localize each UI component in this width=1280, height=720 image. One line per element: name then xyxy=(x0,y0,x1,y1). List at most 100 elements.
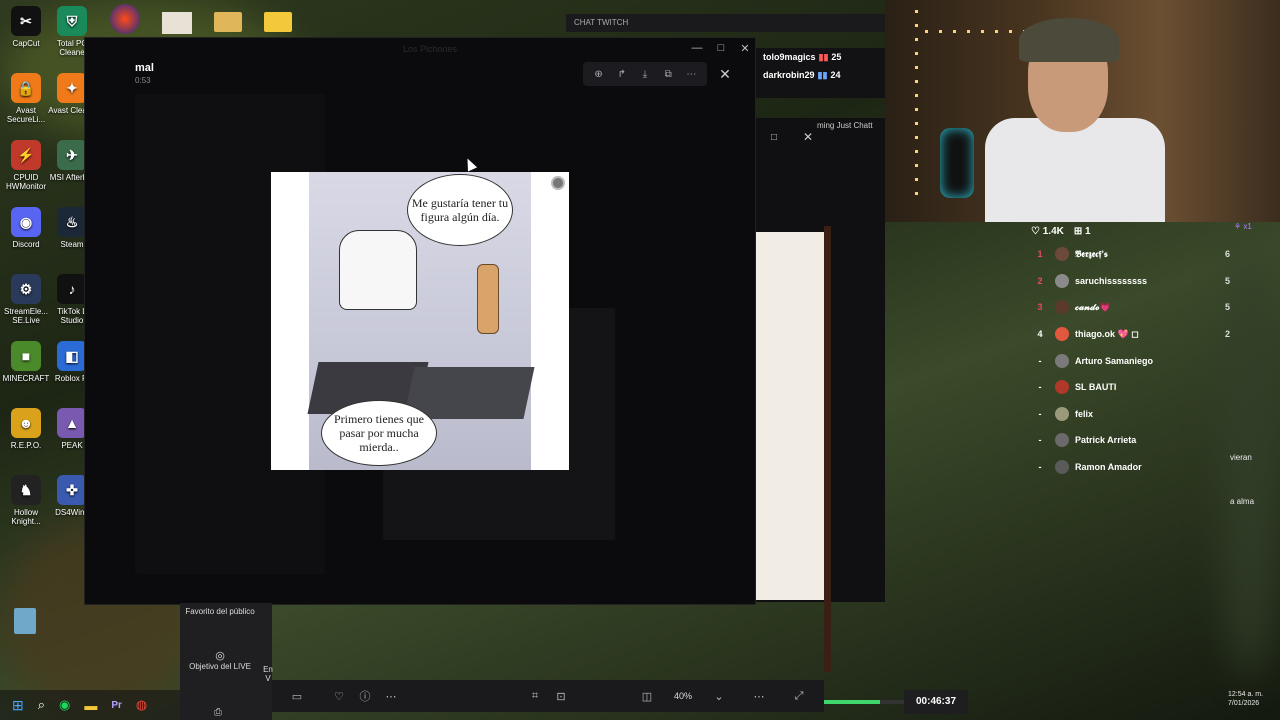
desktop-icon[interactable]: ♞ Hollow Knight... xyxy=(0,475,52,526)
close-window-button[interactable]: ✕ xyxy=(733,38,757,58)
stream-category: ming Just Chatt xyxy=(817,121,873,130)
image-indicator-icon xyxy=(551,176,565,190)
more-icon[interactable]: ⋯ xyxy=(378,690,404,703)
desktop-icon[interactable]: ■ MINECRAFT xyxy=(0,341,52,383)
avatar xyxy=(1055,273,1069,288)
folder-icon[interactable] xyxy=(214,12,242,32)
fullscreen-icon[interactable]: ⤢ xyxy=(786,690,812,703)
score: 2 xyxy=(1224,329,1230,340)
webcam-feed xyxy=(885,0,1280,222)
app-icon: ♞ xyxy=(11,475,41,505)
more-icon[interactable]: ⋯ xyxy=(682,69,700,80)
rank: - xyxy=(1038,435,1042,446)
username[interactable]: 𝓬𝓪𝓷𝓭𝓸💗 xyxy=(1075,302,1210,313)
chevron-down-icon[interactable]: ⌄ xyxy=(706,690,732,703)
username[interactable]: Ramon Amador xyxy=(1075,462,1210,472)
desktop-icon[interactable]: ◉ Discord xyxy=(0,207,52,249)
heart-icon[interactable]: ♡ xyxy=(326,690,352,703)
username[interactable]: felix xyxy=(1075,409,1210,419)
chat-line: tolo9magics ▮▮ 25 xyxy=(755,48,885,66)
info-icon[interactable]: ⓘ xyxy=(352,688,378,704)
objetivo-button[interactable]: ◎ Objetivo del LIVE xyxy=(180,649,260,671)
preview-panel xyxy=(755,232,824,600)
download-icon[interactable]: ⤓ xyxy=(636,69,654,80)
crop-icon[interactable]: ⌗ xyxy=(522,690,548,703)
app-icon: ◉ xyxy=(11,207,41,237)
spotify-icon[interactable]: ◉ xyxy=(59,697,70,713)
leaderboard-row: 2 saruchissssssss 5 xyxy=(1025,268,1230,295)
desktop-icon-label: CPUID HWMonitor xyxy=(5,173,46,191)
folder-icon[interactable] xyxy=(264,12,292,32)
username[interactable]: 𝕭𝖊𝖗𝖟𝖊𝖈𝖋'𝖘 xyxy=(1075,249,1210,260)
close-viewer-button[interactable]: ✕ xyxy=(715,64,735,84)
username[interactable]: Arturo Samaniego xyxy=(1075,356,1210,366)
zoom-in-icon[interactable]: ⊕ xyxy=(590,69,608,80)
score: 6 xyxy=(1224,249,1230,260)
meme-image[interactable]: Me gustaría tener tu figura algún día. P… xyxy=(271,172,569,470)
caption-icon[interactable]: ▭ xyxy=(284,690,310,703)
app-icon: ■ xyxy=(11,341,41,371)
streamer-body xyxy=(985,118,1165,222)
username[interactable]: Patrick Arrieta xyxy=(1075,435,1210,445)
chrome-icon[interactable]: ◍ xyxy=(136,697,147,713)
share-icon[interactable]: ↱ xyxy=(613,69,631,80)
score: 5 xyxy=(1224,275,1230,286)
avatar xyxy=(1055,460,1069,475)
app-icon: ✦ xyxy=(57,73,87,103)
app-icon: ✜ xyxy=(57,475,87,505)
recycle-bin-icon[interactable] xyxy=(14,608,36,634)
maximize-button[interactable]: □ xyxy=(771,132,777,143)
live-tools-panel: Favorito del público ◎ Objetivo del LIVE… xyxy=(180,603,273,720)
leaderboard-row: - SL BAUTI xyxy=(1025,374,1230,401)
leaderboard-header: ♡ 1.4K ⊞ 1 xyxy=(1025,222,1230,241)
desktop-icon-label: Discord xyxy=(12,240,40,249)
scan-icon[interactable]: ⊡ xyxy=(548,690,574,703)
app-icon: 🔒 xyxy=(11,73,41,103)
print-icon[interactable]: ⎙ xyxy=(214,707,222,718)
blank-file-icon[interactable] xyxy=(162,12,192,34)
streamer-cap xyxy=(1019,18,1119,62)
avatar xyxy=(1055,406,1069,421)
objetivo-label: Objetivo del LIVE xyxy=(189,662,251,671)
username[interactable]: SL BAUTI xyxy=(1075,382,1210,392)
speech-bubble-bottom: Primero tienes que pasar por mucha mierd… xyxy=(321,400,437,466)
close-button[interactable]: ✕ xyxy=(803,130,813,144)
app-icon[interactable] xyxy=(110,4,140,34)
fit-icon[interactable]: ◫ xyxy=(634,690,660,703)
open-external-icon[interactable]: ⧉ xyxy=(659,69,677,80)
score: 5 xyxy=(1224,302,1230,313)
cardboard-tube xyxy=(477,264,499,334)
username[interactable]: saruchissssssss xyxy=(1075,276,1210,286)
desktop-icon[interactable]: ☻ R.E.P.O. xyxy=(0,408,52,450)
rank: - xyxy=(1038,382,1042,393)
target-icon: ◎ xyxy=(215,650,225,662)
speech-bubble-top: Me gustaría tener tu figura algún día. xyxy=(407,174,513,246)
maximize-button[interactable]: □ xyxy=(709,38,733,58)
search-icon[interactable]: ⌕ xyxy=(38,697,45,713)
zoom-level[interactable]: 40% xyxy=(674,691,692,701)
favorito-label: Favorito del público xyxy=(185,607,255,616)
app-icon: ☻ xyxy=(11,408,41,438)
avatar xyxy=(1055,380,1069,395)
folder-icon[interactable]: ▬ xyxy=(84,698,97,713)
chat-value: 24 xyxy=(830,70,841,80)
app-icon: ▲ xyxy=(57,408,87,438)
more-icon[interactable]: ⋯ xyxy=(746,690,772,703)
username[interactable]: thiago.ok 💖 ◻ xyxy=(1075,329,1210,340)
chat-value: 25 xyxy=(831,52,842,62)
favorito-button[interactable]: Favorito del público xyxy=(180,607,260,616)
desktop-icon[interactable]: ✂ CapCut xyxy=(0,6,52,48)
stream-progress xyxy=(824,700,904,704)
avatar xyxy=(1055,327,1069,342)
leaderboard-row: 1 𝕭𝖊𝖗𝖟𝖊𝖈𝖋'𝖘 6 xyxy=(1025,241,1230,268)
premiere-icon[interactable]: Pr xyxy=(111,700,122,711)
rank: - xyxy=(1038,355,1042,366)
app-icon: ♨ xyxy=(57,207,87,237)
minimize-button[interactable]: — xyxy=(685,38,709,58)
windows-start-icon[interactable]: ⊞ xyxy=(12,697,24,714)
desktop-icon[interactable]: ⚡ CPUID HWMonitor xyxy=(0,140,52,191)
desktop-icon[interactable]: 🔒 Avast SecureLi... xyxy=(0,73,52,124)
rank: 3 xyxy=(1037,302,1043,313)
desktop-icon[interactable]: ⚙ StreamEle... SE.Live xyxy=(0,274,52,325)
chat-user: tolo9magics xyxy=(763,52,816,62)
